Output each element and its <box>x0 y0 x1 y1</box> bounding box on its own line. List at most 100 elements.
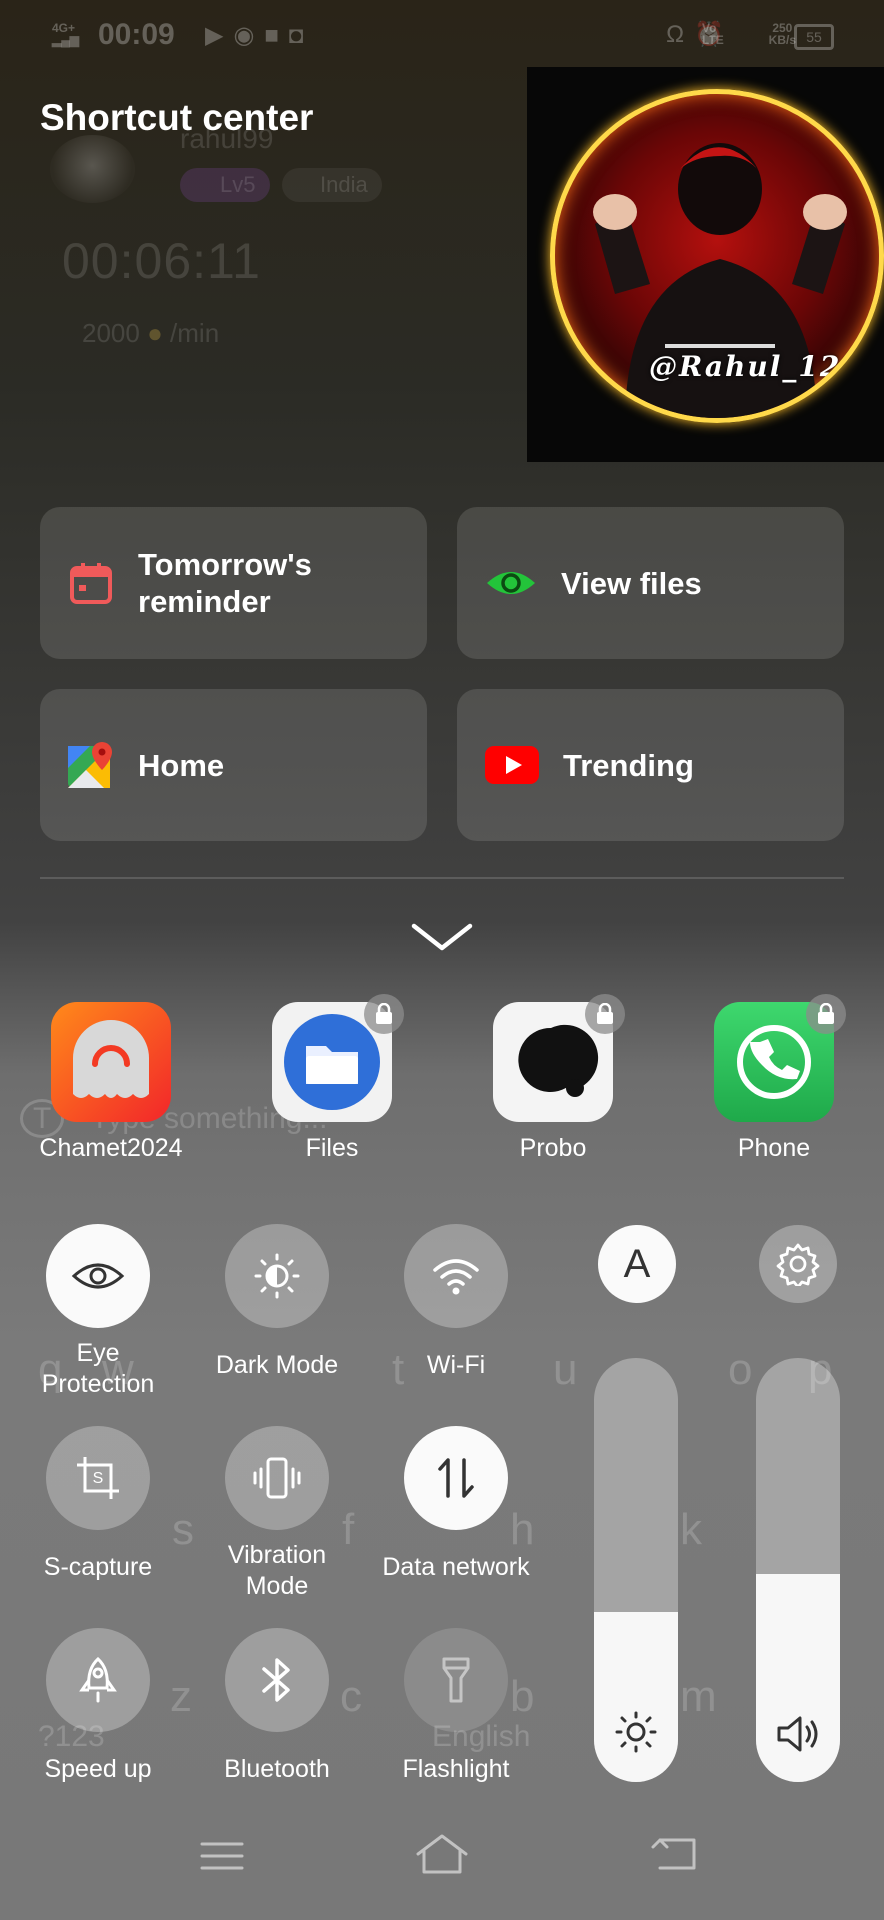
shortcut-label: Tomorrow's reminder <box>138 547 312 619</box>
app-probo[interactable]: Probo <box>458 994 648 1163</box>
toggle-dark-mode[interactable]: Dark Mode <box>202 1224 352 1381</box>
speaker-icon <box>756 1714 840 1754</box>
chevron-down-icon[interactable] <box>410 920 474 956</box>
screen-record-icon: ◉ <box>233 22 265 49</box>
bluetooth-icon <box>225 1628 329 1732</box>
shortcut-label: View files <box>561 565 702 601</box>
probo-icon <box>493 994 625 1122</box>
app-name: Phone <box>737 1134 811 1162</box>
toggle-data-network[interactable]: Data network <box>381 1426 531 1583</box>
background-rate-value: 2000 <box>82 318 140 348</box>
maps-icon <box>68 742 114 788</box>
vibration-icon <box>225 1426 329 1530</box>
notification-icons: ▶◉■◘ <box>205 21 313 50</box>
data-network-icon <box>404 1426 508 1530</box>
shortcut-label: Trending <box>563 747 694 783</box>
panel-title: Shortcut center <box>40 97 314 138</box>
app-phone[interactable]: Phone <box>679 994 869 1163</box>
flashlight-icon <box>404 1628 508 1732</box>
auto-brightness-button[interactable]: A <box>598 1225 676 1303</box>
status-bar: 4G+ ▂▄▆ 00:09 ▶◉■◘ Ω⏰ Vo LTE 250 KB/s 55 <box>0 0 884 70</box>
shortcut-home[interactable]: Home <box>40 689 427 841</box>
wifi-icon <box>404 1224 508 1328</box>
background-call-timer: 00:06:11 <box>62 233 261 289</box>
toggle-label: Eye Protection <box>41 1339 155 1398</box>
phone-icon <box>714 994 846 1122</box>
key: k <box>680 1505 702 1554</box>
background-rate: 2000 ● /min <box>82 318 219 349</box>
youtube-notification-icon: ▶ <box>205 22 234 49</box>
picture-in-picture-video[interactable]: @Rahul_1290 <box>527 67 884 462</box>
app-chamet2024[interactable]: Chamet2024 <box>16 1002 206 1163</box>
shortcut-trending[interactable]: Trending <box>457 689 844 841</box>
toggle-flashlight[interactable]: Flashlight <box>381 1628 531 1785</box>
eye-icon <box>46 1224 150 1328</box>
lock-icon <box>364 994 404 1034</box>
brightness-slider[interactable] <box>594 1358 678 1782</box>
toggle-label: Vibration Mode <box>227 1541 327 1600</box>
rocket-icon <box>46 1628 150 1732</box>
keyboard-row-3: z c b m <box>170 1672 717 1722</box>
chamet-icon <box>51 1002 171 1122</box>
instagram-icon: ◘ <box>288 22 314 49</box>
app-name: Files <box>305 1134 359 1162</box>
network-speed: 250 KB/s <box>769 22 796 46</box>
profile-artwork: @Rahul_1290 <box>550 89 884 423</box>
pip-overlay-text: @Rahul_1290 <box>649 350 884 383</box>
toggle-label: Dark Mode <box>215 1351 339 1379</box>
home-button[interactable] <box>414 1832 470 1881</box>
eye-icon <box>485 560 537 606</box>
menu-icon <box>200 1842 244 1870</box>
gear-icon <box>776 1242 820 1286</box>
screenshot-icon: S <box>46 1426 150 1530</box>
background-avatar <box>50 135 135 203</box>
youtube-icon <box>485 742 539 788</box>
files-icon <box>272 994 404 1122</box>
shortcut-label: Home <box>138 747 225 783</box>
background-country-badge: India <box>282 168 382 202</box>
lock-icon <box>585 994 625 1034</box>
toggle-eye-protection[interactable]: Eye Protection <box>23 1224 173 1400</box>
headphones-icon: Ω <box>666 21 695 48</box>
app-name: Chamet2024 <box>39 1134 183 1162</box>
dark-mode-icon <box>225 1224 329 1328</box>
app-name: Probo <box>519 1134 587 1162</box>
navigation-bar <box>0 1812 884 1920</box>
coin-icon: ● <box>147 318 163 348</box>
toggle-s-capture[interactable]: S S-capture <box>23 1426 173 1583</box>
lock-icon <box>806 994 846 1034</box>
back-button[interactable] <box>650 1834 700 1879</box>
toggle-label: Bluetooth <box>224 1755 330 1783</box>
toggle-speed-up[interactable]: Speed up <box>23 1628 173 1785</box>
toggle-label: S-capture <box>43 1553 153 1581</box>
divider <box>40 877 844 879</box>
auto-brightness-label: A <box>623 1241 651 1286</box>
toggle-label: Data network <box>382 1553 530 1581</box>
recents-button[interactable] <box>198 1836 246 1881</box>
network-speed-unit: KB/s <box>768 33 796 47</box>
signal-icon: ▂▄▆ <box>52 33 79 47</box>
calendar-icon <box>68 560 114 606</box>
status-time: 00:09 <box>98 18 175 51</box>
home-icon <box>416 1834 468 1874</box>
shortcut-tomorrows-reminder[interactable]: Tomorrow's reminder <box>40 507 427 659</box>
background-rate-unit: /min <box>170 318 220 348</box>
key: z <box>170 1672 192 1721</box>
toggle-bluetooth[interactable]: Bluetooth <box>202 1628 352 1785</box>
settings-button[interactable] <box>759 1225 837 1303</box>
shortcut-view-files[interactable]: View files <box>457 507 844 659</box>
toggle-label: Speed up <box>44 1755 152 1783</box>
key: s <box>172 1505 194 1554</box>
network-type: 4G+ ▂▄▆ <box>52 22 79 46</box>
svg-text:S: S <box>93 1470 104 1487</box>
app-files[interactable]: Files <box>237 994 427 1163</box>
volte-indicator: Vo LTE <box>702 21 724 47</box>
back-icon <box>651 1838 696 1870</box>
toggle-vibration-mode[interactable]: Vibration Mode <box>202 1426 352 1602</box>
background-level-badge: Lv5 <box>180 168 270 202</box>
toggle-label: Wi-Fi <box>426 1351 486 1379</box>
volume-slider[interactable] <box>756 1358 840 1782</box>
key: o <box>728 1345 753 1394</box>
toggle-label: Flashlight <box>402 1755 510 1783</box>
toggle-wifi[interactable]: Wi-Fi <box>381 1224 531 1381</box>
